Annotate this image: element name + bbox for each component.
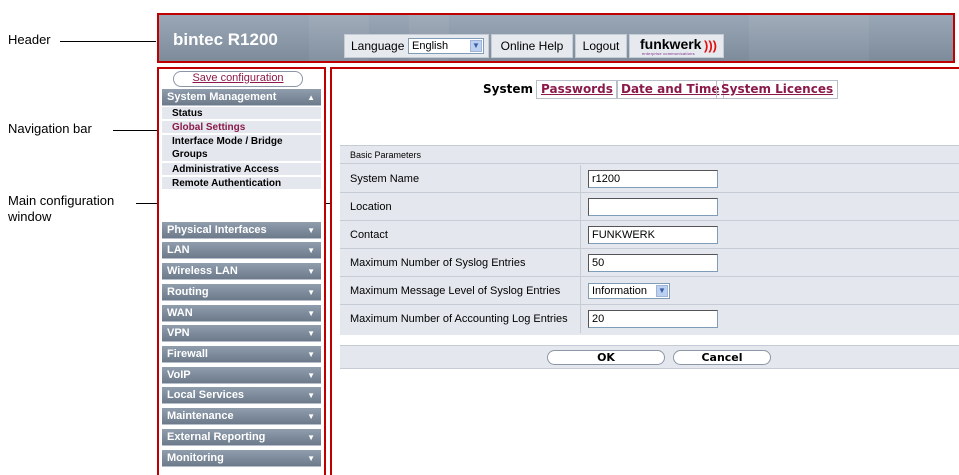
chevron-down-icon: ▼	[307, 371, 315, 380]
nav-label: Monitoring	[167, 452, 224, 464]
chevron-down-icon: ▼	[307, 288, 315, 297]
nav-label: Firewall	[167, 348, 208, 360]
nav-local-services[interactable]: Local Services ▼	[162, 387, 321, 404]
language-value: English	[412, 40, 449, 52]
main-configuration-window: System Passwords Date and Time System Li…	[330, 67, 959, 475]
max-syslog-entries-input[interactable]: 50	[588, 254, 718, 272]
nav-label: Wireless LAN	[167, 265, 238, 277]
row-system-name: System Name r1200	[340, 165, 959, 193]
main-callout-line2: window	[8, 209, 52, 224]
device-name: bintec R1200	[173, 30, 278, 49]
field-label: Contact	[350, 229, 388, 241]
navigation-callout: Navigation bar	[8, 121, 92, 136]
contact-input[interactable]: FUNKWERK	[588, 226, 718, 244]
main-callout-line1: Main configuration	[8, 193, 115, 208]
nav-label: VoIP	[167, 369, 191, 381]
language-dropdown[interactable]: English ▼	[408, 38, 484, 54]
nav-label: System Management	[167, 91, 277, 103]
row-max-syslog-level: Maximum Message Level of Syslog Entries …	[340, 277, 959, 305]
nav-label: Physical Interfaces	[167, 224, 267, 236]
field-label: Maximum Number of Accounting Log Entries	[350, 313, 568, 325]
nav-routing[interactable]: Routing ▼	[162, 284, 321, 301]
chevron-down-icon: ▼	[307, 267, 315, 276]
nav-label: LAN	[167, 244, 190, 256]
language-selector: Language English ▼	[344, 34, 489, 58]
chevron-down-icon: ▼	[470, 40, 482, 52]
field-label: Maximum Number of Syslog Entries	[350, 257, 526, 269]
max-syslog-level-select[interactable]: Information ▼	[588, 283, 670, 299]
nav-label: VPN	[167, 327, 190, 339]
panel-title: Basic Parameters	[340, 146, 959, 164]
nav-sub-global-settings[interactable]: Global Settings	[162, 121, 321, 134]
chevron-down-icon: ▼	[307, 433, 315, 442]
chevron-down-icon: ▼	[307, 246, 315, 255]
funkwerk-logo: funkwerk ))) enterprise communications	[629, 34, 724, 58]
row-max-accounting-entries: Maximum Number of Accounting Log Entries…	[340, 305, 959, 333]
save-configuration-button[interactable]: Save configuration	[173, 71, 303, 87]
nav-system-management[interactable]: System Management ▲	[162, 89, 321, 106]
field-label: Location	[350, 201, 392, 213]
max-accounting-entries-input[interactable]: 20	[588, 310, 718, 328]
location-input[interactable]	[588, 198, 718, 216]
logo-text: funkwerk	[640, 36, 702, 52]
tab-date-and-time[interactable]: Date and Time	[616, 80, 725, 99]
chevron-down-icon: ▼	[307, 329, 315, 338]
nav-sub-interface-mode[interactable]: Interface Mode / Bridge Groups	[162, 135, 321, 162]
language-label: Language	[351, 39, 405, 53]
button-bar: OK Cancel	[340, 345, 959, 369]
nav-vpn[interactable]: VPN ▼	[162, 325, 321, 342]
chevron-up-icon: ▲	[307, 93, 315, 102]
row-location: Location	[340, 193, 959, 221]
nav-physical-interfaces[interactable]: Physical Interfaces ▼	[162, 222, 321, 239]
nav-sub-status[interactable]: Status	[162, 107, 321, 120]
tab-passwords[interactable]: Passwords	[536, 80, 618, 99]
nav-sub-remote-authentication[interactable]: Remote Authentication	[162, 177, 321, 190]
nav-voip[interactable]: VoIP ▼	[162, 367, 321, 384]
logo-tagline: enterprise communications	[642, 51, 695, 56]
tab-system[interactable]: System	[478, 80, 538, 99]
chevron-down-icon: ▼	[307, 226, 315, 235]
chevron-down-icon: ▼	[307, 454, 315, 463]
nav-label: Maintenance	[167, 410, 234, 422]
cancel-button[interactable]: Cancel	[673, 350, 771, 365]
chevron-down-icon: ▼	[307, 391, 315, 400]
chevron-down-icon: ▼	[307, 350, 315, 359]
field-label: Maximum Message Level of Syslog Entries	[350, 285, 561, 297]
nav-lan[interactable]: LAN ▼	[162, 242, 321, 259]
select-value: Information	[592, 285, 648, 297]
header-callout-line	[60, 41, 156, 42]
nav-wireless-lan[interactable]: Wireless LAN ▼	[162, 263, 321, 280]
system-name-input[interactable]: r1200	[588, 170, 718, 188]
chevron-down-icon: ▼	[307, 412, 315, 421]
ok-button[interactable]: OK	[547, 350, 665, 365]
nav-external-reporting[interactable]: External Reporting ▼	[162, 429, 321, 446]
chevron-down-icon: ▼	[307, 309, 315, 318]
nav-label: Local Services	[167, 389, 245, 401]
basic-parameters-panel: Basic Parameters System Name r1200 Locat…	[340, 145, 959, 335]
nav-monitoring[interactable]: Monitoring ▼	[162, 450, 321, 467]
nav-firewall[interactable]: Firewall ▼	[162, 346, 321, 363]
nav-label: Routing	[167, 286, 209, 298]
online-help-button[interactable]: Online Help	[491, 34, 573, 58]
navigation-callout-line	[113, 130, 161, 131]
header-callout: Header	[8, 32, 51, 47]
navigation-bar: Save configuration System Management ▲ S…	[157, 67, 326, 475]
nav-sub-administrative-access[interactable]: Administrative Access	[162, 163, 321, 176]
logo-arcs-icon: )))	[704, 38, 717, 53]
tab-system-licences[interactable]: System Licences	[716, 80, 839, 99]
nav-wan[interactable]: WAN ▼	[162, 305, 321, 322]
logout-button[interactable]: Logout	[575, 34, 627, 58]
nav-maintenance[interactable]: Maintenance ▼	[162, 408, 321, 425]
header-bar: bintec R1200 Language English ▼ Online H…	[157, 13, 955, 63]
chevron-down-icon: ▼	[656, 285, 668, 297]
field-label: System Name	[350, 173, 420, 185]
row-max-syslog-entries: Maximum Number of Syslog Entries 50	[340, 249, 959, 277]
nav-label: WAN	[167, 307, 193, 319]
nav-label: External Reporting	[167, 431, 266, 443]
row-contact: Contact FUNKWERK	[340, 221, 959, 249]
